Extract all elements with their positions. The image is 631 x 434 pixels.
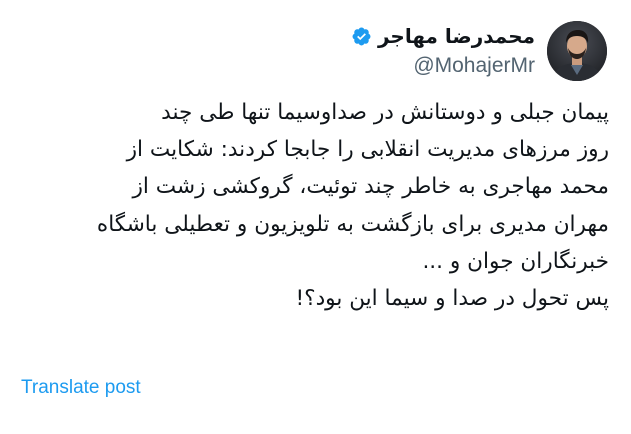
post-text-line: محمد مهاجری به خاطر چند توئیت، گروکشی زش… <box>132 174 610 200</box>
post-text-line: روز مرزهای مدیریت انقلابی را جابجا کردند… <box>126 137 609 163</box>
author-names: محمدرضا مهاجر @MohajerMr <box>351 22 535 80</box>
post-text-line: خبرنگاران جوان و ... <box>422 248 609 274</box>
translate-post-link[interactable]: Translate post <box>21 374 141 402</box>
verified-badge-icon <box>351 26 372 47</box>
post-text-line: پس تحول در صدا و سیما این بود؟! <box>295 286 609 312</box>
post-text: پیمان جبلی و دوستانش در صداوسیما تنها طی… <box>13 94 609 317</box>
post-text-line: مهران مدیری برای بازگشت به تلویزیون و تع… <box>96 211 609 237</box>
author-block: محمدرضا مهاجر @MohajerMr <box>351 16 607 86</box>
display-name-row: محمدرضا مهاجر <box>351 22 535 50</box>
avatar[interactable] <box>547 21 607 81</box>
author-display-name[interactable]: محمدرضا مهاجر <box>378 22 535 50</box>
tweet-card: محمدرضا مهاجر @MohajerMr پیمان جبلی و دو… <box>0 0 631 434</box>
profile-photo <box>547 21 607 81</box>
post-text-line: پیمان جبلی و دوستانش در صداوسیما تنها طی… <box>161 100 609 125</box>
author-handle[interactable]: @MohajerMr <box>413 52 535 80</box>
